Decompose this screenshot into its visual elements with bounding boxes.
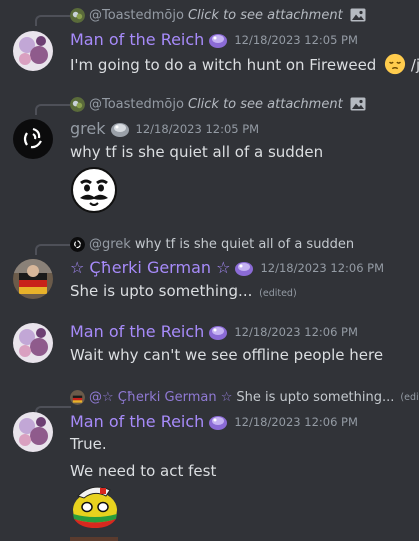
message-text: why tf is she quiet all of a sudden: [70, 143, 324, 161]
reply-edited-label: (edited): [400, 391, 419, 403]
reply-username[interactable]: @Toastedmōjo: [89, 97, 184, 112]
reply-connector: [35, 104, 71, 115]
reply-text[interactable]: She is upto something...: [236, 390, 394, 405]
reply-username[interactable]: @Toastedmōjo: [89, 8, 184, 23]
reply-connector: [35, 15, 71, 26]
avatar[interactable]: [13, 412, 53, 452]
message-text-2: We need to act fest: [70, 462, 217, 480]
message-header: grek 12/18/2023 12:05 PM: [70, 119, 259, 138]
timestamp: 12/18/2023 12:06 PM: [234, 414, 358, 429]
reply-preview[interactable]: @☆ Çħerki German ☆ She is upto something…: [70, 388, 419, 406]
message-header: Man of the Reich 12/18/2023 12:06 PM: [70, 412, 358, 431]
timestamp: 12/18/2023 12:05 PM: [135, 121, 260, 136]
message-text: She is upto something... (edited): [70, 282, 297, 300]
reply-text[interactable]: why tf is she quiet all of a sudden: [135, 237, 354, 252]
nitro-badge-icon[interactable]: [208, 413, 228, 431]
countryball-emote-icon[interactable]: [70, 484, 120, 530]
avatar[interactable]: [13, 323, 53, 363]
pensive-face-icon: [385, 53, 406, 75]
reply-username[interactable]: @☆ Çħerki German ☆: [89, 390, 232, 405]
message-header: Man of the Reich 12/18/2023 12:05 PM: [70, 30, 358, 49]
message-text: Wait why can't we see offline people her…: [70, 346, 384, 364]
avatar[interactable]: [13, 259, 53, 299]
author-name[interactable]: ☆ Çħerki German ☆: [70, 258, 230, 277]
mustache-face-emote-icon[interactable]: [70, 167, 118, 213]
nitro-badge-icon[interactable]: [208, 323, 228, 341]
message-text: I'm going to do a witch hunt on Fireweed…: [70, 53, 419, 75]
avatar[interactable]: [13, 119, 53, 159]
reply-text[interactable]: Click to see attachment: [188, 97, 343, 112]
reply-preview[interactable]: @Toastedmōjo Click to see attachment: [70, 6, 366, 24]
reply-connector: [35, 244, 71, 255]
avatar[interactable]: [13, 31, 53, 71]
message-header: Man of the Reich 12/18/2023 12:06 PM: [70, 322, 358, 341]
reply-avatar: [70, 7, 85, 23]
reply-preview[interactable]: @Toastedmōjo Click to see attachment: [70, 95, 366, 113]
reply-text[interactable]: Click to see attachment: [188, 8, 343, 23]
author-name[interactable]: Man of the Reich: [70, 412, 204, 431]
image-icon: [350, 97, 366, 111]
reply-avatar: [70, 96, 85, 112]
timestamp: 12/18/2023 12:06 PM: [260, 260, 385, 275]
nitro-badge-icon[interactable]: [110, 120, 130, 138]
nitro-badge-icon[interactable]: [234, 259, 254, 277]
author-name[interactable]: Man of the Reich: [70, 30, 204, 49]
reply-avatar: [70, 236, 85, 252]
reply-preview[interactable]: @grek why tf is she quiet all of a sudde…: [70, 235, 354, 253]
timestamp: 12/18/2023 12:06 PM: [234, 324, 358, 339]
message-text: True.: [70, 435, 107, 453]
nitro-badge-icon[interactable]: [208, 31, 228, 49]
message-header: ☆ Çħerki German ☆ 12/18/2023 12:06 PM: [70, 258, 384, 277]
author-name[interactable]: grek: [70, 119, 106, 138]
author-name[interactable]: Man of the Reich: [70, 322, 204, 341]
timestamp: 12/18/2023 12:05 PM: [234, 32, 358, 47]
reply-avatar: [70, 389, 85, 405]
edited-label: (edited): [259, 288, 297, 299]
reply-username[interactable]: @grek: [89, 237, 131, 252]
image-icon: [350, 8, 366, 22]
attachment-preview-edge: [70, 537, 118, 541]
message-suffix: /j: [410, 56, 419, 74]
